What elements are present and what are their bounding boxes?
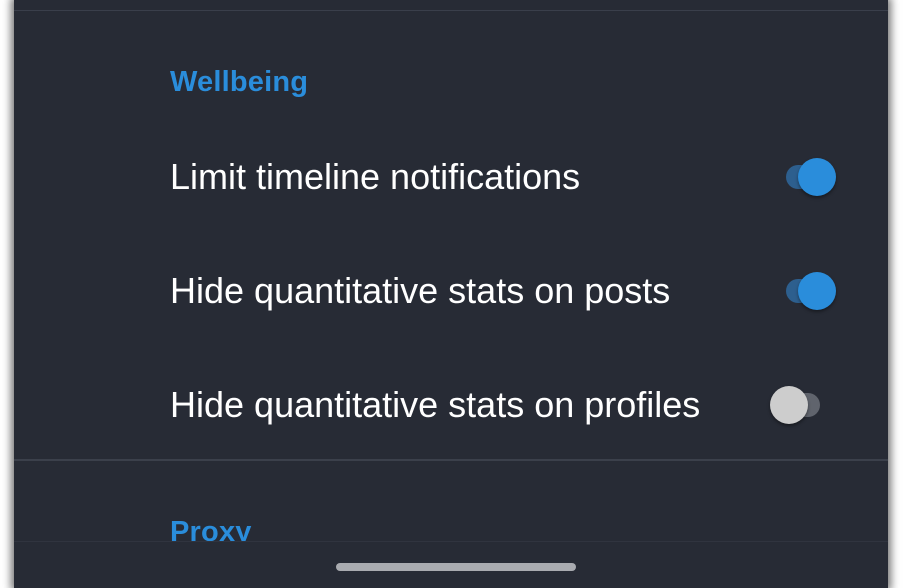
home-indicator-icon[interactable]	[336, 563, 576, 571]
settings-screen: Wellbeing Limit timeline notifications H…	[14, 0, 888, 588]
toggle-thumb	[798, 158, 836, 196]
section-divider	[14, 459, 888, 461]
toggle-switch-on[interactable]	[772, 271, 836, 311]
toggle-switch-off[interactable]	[770, 385, 836, 425]
section-header-wellbeing: Wellbeing	[170, 66, 309, 98]
setting-limit-timeline-notifications[interactable]: Limit timeline notifications	[14, 122, 888, 232]
top-edge	[14, 0, 888, 11]
toggle-thumb	[770, 386, 808, 424]
toggle-switch-on[interactable]	[772, 157, 836, 197]
navigation-bar	[14, 541, 888, 588]
setting-label: Hide quantitative stats on posts	[170, 270, 671, 311]
setting-label: Limit timeline notifications	[170, 156, 581, 197]
setting-label: Hide quantitative stats on profiles	[170, 384, 701, 425]
toggle-thumb	[798, 272, 836, 310]
setting-hide-stats-profiles[interactable]: Hide quantitative stats on profiles	[14, 350, 888, 460]
setting-hide-stats-posts[interactable]: Hide quantitative stats on posts	[14, 236, 888, 346]
